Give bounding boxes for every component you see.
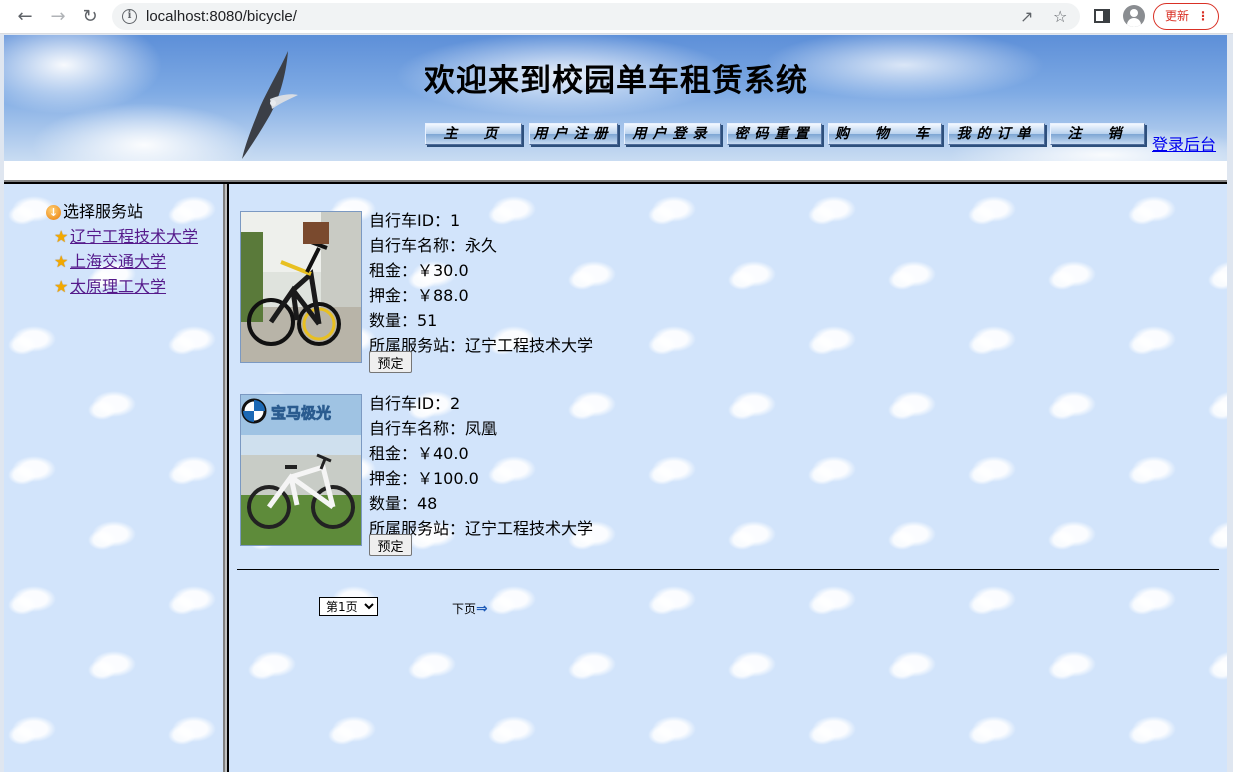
share-icon[interactable]: ↗: [1020, 7, 1033, 26]
info-icon[interactable]: i: [122, 9, 137, 24]
page-select[interactable]: 第1页: [319, 597, 378, 616]
header-banner: 欢迎来到校园单车租赁系统 主 页 用户注册 用户登录 密码重置 购 物 车 我的…: [4, 35, 1227, 161]
profile-avatar-icon[interactable]: [1123, 5, 1145, 27]
admin-login-link[interactable]: 登录后台: [1152, 131, 1216, 155]
sidebar-link-liaoning[interactable]: 辽宁工程技术大学: [70, 227, 198, 246]
browser-toolbar: ← → ↻ i localhost:8080/bicycle/ ↗ ☆ 更新 ⋮: [0, 0, 1233, 34]
address-bar[interactable]: i localhost:8080/bicycle/ ↗ ☆: [112, 3, 1080, 30]
sidebar-link-shanghai[interactable]: 上海交通大学: [70, 252, 166, 271]
sidebar-title-label: 选择服务站: [63, 202, 144, 221]
menu-login[interactable]: 用户登录: [624, 123, 721, 145]
bike-rent: 租金：￥30.0: [369, 261, 469, 280]
sidebar-item-liaoning: ★ 辽宁工程技术大学: [54, 223, 198, 247]
bike-rent: 租金：￥40.0: [369, 444, 469, 463]
bookmark-star-icon[interactable]: ☆: [1053, 7, 1067, 26]
bike-quantity: 数量：48: [369, 494, 438, 513]
bike-quantity: 数量：51: [369, 311, 438, 330]
menu-home[interactable]: 主 页: [425, 123, 522, 145]
menu-my-orders[interactable]: 我的订单: [948, 123, 1045, 145]
update-button[interactable]: 更新 ⋮: [1153, 3, 1219, 30]
reserve-button[interactable]: 预定: [369, 351, 412, 373]
star-icon: ★: [54, 227, 69, 246]
update-label: 更新: [1165, 9, 1190, 23]
forward-arrow-icon[interactable]: →: [47, 6, 69, 28]
seagull-image: [242, 51, 298, 159]
bike-info: 自行车ID：1 自行车名称：永久 租金：￥30.0 押金：￥88.0 数量：51…: [369, 208, 593, 358]
menu-logout[interactable]: 注 销: [1050, 123, 1145, 145]
more-vert-icon[interactable]: ⋮: [1197, 4, 1209, 29]
page: 欢迎来到校园单车租赁系统 主 页 用户注册 用户登录 密码重置 购 物 车 我的…: [4, 35, 1227, 772]
menu-password-reset[interactable]: 密码重置: [727, 123, 822, 145]
next-page-link[interactable]: 下页⇒: [452, 600, 488, 617]
star-icon: ★: [54, 277, 69, 296]
bike-2-image: 宝马极光: [241, 395, 361, 545]
sidebar-link-taiyuan[interactable]: 太原理工大学: [70, 277, 166, 296]
reload-icon[interactable]: ↻: [79, 6, 101, 28]
list-divider: [237, 569, 1219, 570]
back-arrow-icon[interactable]: ←: [14, 6, 36, 28]
bike-info: 自行车ID：2 自行车名称：凤凰 租金：￥40.0 押金：￥100.0 数量：4…: [369, 391, 593, 541]
bike-photo[interactable]: [240, 211, 362, 363]
bike-name: 自行车名称：凤凰: [369, 419, 498, 438]
bike-2-logo-text: 宝马极光: [271, 404, 331, 422]
bike-id: 自行车ID：2: [369, 394, 461, 413]
side-panel-icon[interactable]: [1094, 9, 1110, 23]
banner-bottom-strip: [4, 161, 1227, 181]
sidebar-item-taiyuan: ★ 太原理工大学: [54, 273, 166, 297]
menu-register[interactable]: 用户注册: [529, 123, 618, 145]
bike-deposit: 押金：￥88.0: [369, 286, 469, 305]
content-area: [4, 184, 1227, 772]
bike-deposit: 押金：￥100.0: [369, 469, 479, 488]
bike-id: 自行车ID：1: [369, 211, 461, 230]
star-icon: ★: [54, 252, 69, 271]
sidebar-item-shanghai: ★ 上海交通大学: [54, 248, 166, 272]
bike-1-image: [241, 212, 361, 362]
sidebar-divider: [223, 184, 229, 772]
next-page-label[interactable]: 下页: [452, 602, 476, 616]
bike-name: 自行车名称：永久: [369, 236, 498, 255]
url-text[interactable]: localhost:8080/bicycle/: [146, 8, 297, 25]
arrow-right-icon[interactable]: ⇒: [476, 601, 488, 617]
sidebar-title: ↓ 选择服务站: [46, 198, 143, 222]
site-title: 欢迎来到校园单车租赁系统: [424, 63, 808, 99]
reserve-button[interactable]: 预定: [369, 534, 412, 556]
circle-down-icon: ↓: [46, 205, 61, 220]
bike-photo[interactable]: 宝马极光: [240, 394, 362, 546]
menu-cart[interactable]: 购 物 车: [828, 123, 942, 145]
